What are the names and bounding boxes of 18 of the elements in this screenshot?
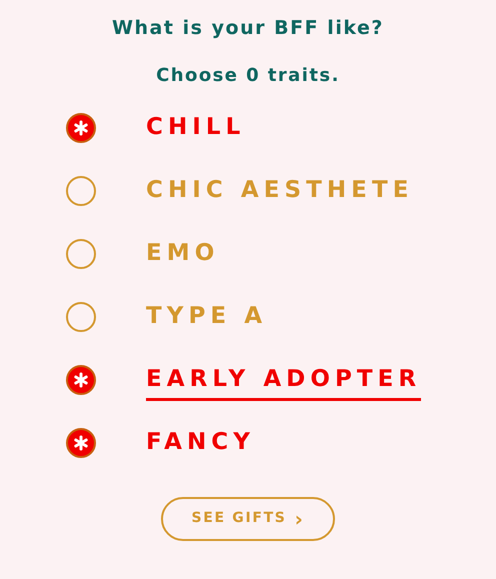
asterisk-icon xyxy=(73,372,89,388)
instruction-text: Choose 0 traits. xyxy=(156,64,340,88)
trait-checkbox[interactable] xyxy=(66,428,96,458)
trait-label[interactable]: TYPE A xyxy=(146,298,268,338)
see-gifts-button[interactable]: SEE GIFTS › xyxy=(161,496,335,540)
trait-checkbox[interactable] xyxy=(66,302,96,332)
trait-checkbox[interactable] xyxy=(66,176,96,206)
question-title: What is your BFF like? xyxy=(112,16,384,41)
trait-label[interactable]: FANCY xyxy=(146,424,255,464)
trait-checkbox[interactable] xyxy=(66,364,96,394)
trait-checkbox[interactable] xyxy=(66,238,96,268)
trait-label[interactable]: EARLY ADOPTER xyxy=(146,362,422,402)
trait-label[interactable]: CHILL xyxy=(146,110,246,150)
asterisk-icon xyxy=(73,120,89,136)
trait-label[interactable]: CHIC AESTHETE xyxy=(146,172,414,212)
asterisk-icon xyxy=(73,434,89,450)
trait-label[interactable]: EMO xyxy=(146,236,220,276)
trait-checkbox[interactable] xyxy=(66,112,96,142)
